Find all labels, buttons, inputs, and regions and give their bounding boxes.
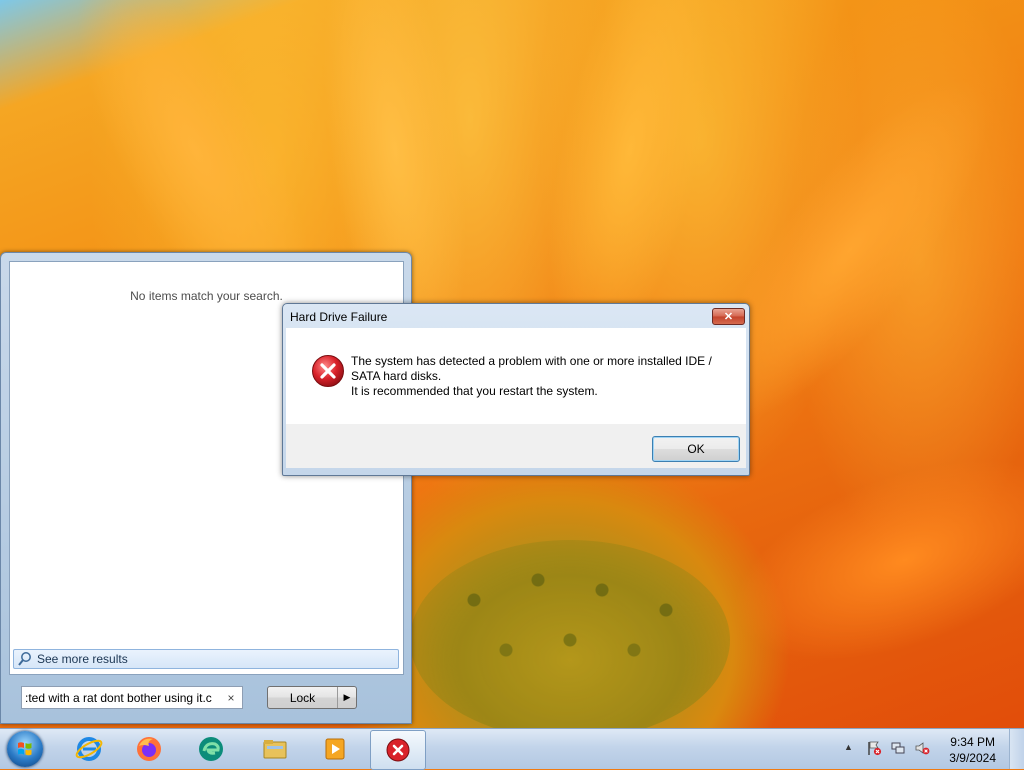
taskbar-file-explorer[interactable] (248, 730, 302, 768)
start-button[interactable] (7, 731, 43, 767)
error-app-icon (386, 738, 410, 762)
taskbar-edge[interactable] (184, 730, 238, 768)
volume-muted-icon[interactable] (914, 740, 930, 756)
media-player-icon (325, 738, 345, 760)
close-icon[interactable]: ✕ (712, 308, 745, 325)
show-desktop-button[interactable] (1009, 729, 1024, 769)
magnifier-icon (17, 651, 33, 667)
shutdown-options-arrow-icon[interactable]: ▶ (337, 687, 356, 708)
dialog-body: The system has detected a problem with o… (286, 328, 746, 424)
windows-logo-icon (18, 742, 32, 756)
taskbar-error-app[interactable] (370, 730, 426, 770)
taskbar-firefox[interactable] (122, 730, 176, 768)
dialog-title: Hard Drive Failure (290, 310, 388, 324)
flower-center (410, 540, 730, 730)
start-search-input[interactable] (22, 690, 223, 705)
lock-label: Lock (289, 690, 316, 705)
start-search-box[interactable]: × (21, 686, 243, 709)
clear-search-icon[interactable]: × (223, 691, 239, 705)
clock-date: 3/9/2024 (949, 751, 996, 765)
taskbar-media-player[interactable] (308, 730, 362, 768)
dialog-footer: OK (286, 424, 746, 468)
hard-drive-failure-dialog: Hard Drive Failure ✕ The system has dete… (282, 303, 750, 476)
system-tray: ▲ 9:34 PM 3/9/2024 (840, 729, 1024, 769)
see-more-results-link[interactable]: See more results (13, 649, 399, 669)
firefox-icon (137, 737, 161, 761)
action-center-flag-icon[interactable] (866, 740, 882, 756)
show-hidden-icons-chevron[interactable]: ▲ (844, 742, 860, 758)
file-explorer-icon (263, 740, 287, 759)
message-line: It is recommended that you restart the s… (351, 384, 598, 398)
clock-time: 9:34 PM (950, 735, 995, 749)
lock-button[interactable]: Lock ▶ (267, 686, 357, 709)
dialog-message: The system has detected a problem with o… (351, 354, 731, 399)
edge-icon (199, 737, 223, 761)
message-line: The system has detected a problem with o… (351, 354, 712, 368)
clock[interactable]: 9:34 PM 3/9/2024 (949, 734, 996, 766)
see-more-label: See more results (37, 652, 128, 666)
taskbar-internet-explorer[interactable] (62, 730, 116, 768)
taskbar: ▲ 9:34 PM 3/9/2024 (0, 728, 1024, 770)
ok-button[interactable]: OK (652, 436, 740, 462)
error-icon (311, 354, 345, 388)
message-line: SATA hard disks. (351, 369, 442, 383)
no-results-text: No items match your search. (130, 289, 283, 303)
network-icon[interactable] (890, 740, 906, 756)
internet-explorer-icon (75, 737, 103, 761)
